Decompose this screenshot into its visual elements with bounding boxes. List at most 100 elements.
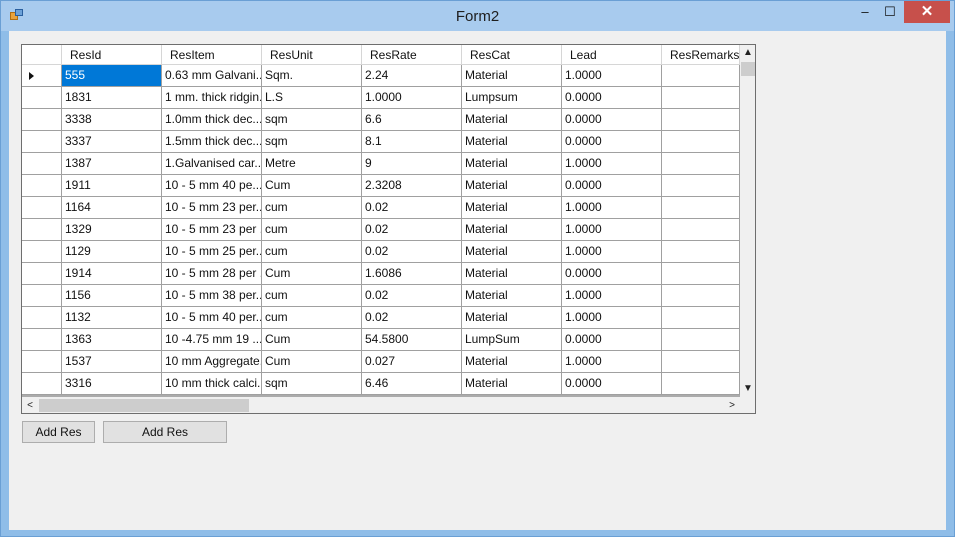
cell-resunit[interactable]: Cum [262, 351, 362, 373]
cell-resrate[interactable]: 0.02 [362, 219, 462, 241]
cell-resitem[interactable]: 10 -4.75 mm 19 ... [162, 329, 262, 351]
cell-resitem[interactable]: 10 - 5 mm 40 per... [162, 307, 262, 329]
cell-lead[interactable]: 0.0000 [562, 87, 662, 109]
row-header[interactable] [22, 153, 62, 175]
cell-resitem[interactable]: 10 - 5 mm 38 per... [162, 285, 262, 307]
table-row[interactable]: 3316 10 mm thick calci... sqm 6.46 Material 0… [22, 373, 740, 395]
maximize-button[interactable]: ☐ [875, 1, 905, 23]
row-header[interactable] [22, 109, 62, 131]
cell-resrate[interactable]: 9 [362, 153, 462, 175]
cell-resrate[interactable]: 6.6 [362, 109, 462, 131]
row-header[interactable] [22, 373, 62, 395]
cell-resid[interactable]: 1329 [62, 219, 162, 241]
cell-resitem[interactable]: 10 mm thick calci... [162, 373, 262, 395]
cell-rescat[interactable]: Material [462, 263, 562, 285]
scroll-left-icon[interactable]: < [22, 397, 38, 413]
cell-resid[interactable]: 1831 [62, 87, 162, 109]
table-row[interactable]: 1156 10 - 5 mm 38 per... cum 0.02 Material 1.… [22, 285, 740, 307]
add-res-button-2[interactable]: Add Res [103, 421, 227, 443]
cell-lead[interactable]: 1.0000 [562, 351, 662, 373]
cell-resrate[interactable]: 54.5800 [362, 329, 462, 351]
row-header[interactable] [22, 351, 62, 373]
cell-resremarks[interactable] [662, 329, 740, 351]
table-row[interactable]: 1911 10 - 5 mm 40 pe... Cum 2.3208 Material 0… [22, 175, 740, 197]
cell-resrate[interactable]: 8.1 [362, 131, 462, 153]
cell-resitem[interactable]: 1.5mm thick dec... [162, 131, 262, 153]
cell-resunit[interactable]: Cum [262, 329, 362, 351]
cell-resunit[interactable]: cum [262, 241, 362, 263]
cell-resunit[interactable]: cum [262, 219, 362, 241]
cell-resrate[interactable]: 0.02 [362, 307, 462, 329]
cell-lead[interactable]: 1.0000 [562, 307, 662, 329]
table-row[interactable]: 1387 1.Galvanised car... Metre 9 Material 1.0… [22, 153, 740, 175]
column-header-resremarks[interactable]: ResRemarks [662, 45, 740, 65]
cell-resid[interactable]: 1129 [62, 241, 162, 263]
cell-rescat[interactable]: Material [462, 351, 562, 373]
cell-resid[interactable]: 1363 [62, 329, 162, 351]
cell-lead[interactable]: 0.0000 [562, 175, 662, 197]
cell-resitem[interactable]: 10 - 5 mm 40 pe... [162, 175, 262, 197]
cell-resid[interactable]: 1132 [62, 307, 162, 329]
cell-resremarks[interactable] [662, 263, 740, 285]
cell-resitem[interactable]: 10 - 5 mm 25 per... [162, 241, 262, 263]
cell-resrate[interactable]: 1.6086 [362, 263, 462, 285]
cell-resunit[interactable]: sqm [262, 131, 362, 153]
cell-resunit[interactable]: cum [262, 197, 362, 219]
cell-resrate[interactable]: 0.02 [362, 285, 462, 307]
cell-lead[interactable]: 0.0000 [562, 329, 662, 351]
cell-resitem[interactable]: 1.0mm thick dec... [162, 109, 262, 131]
row-header[interactable] [22, 329, 62, 351]
cell-resrate[interactable]: 0.027 [362, 351, 462, 373]
cell-resunit[interactable]: cum [262, 307, 362, 329]
table-row[interactable]: 1132 10 - 5 mm 40 per... cum 0.02 Material 1.… [22, 307, 740, 329]
cell-rescat[interactable]: Material [462, 241, 562, 263]
cell-resitem[interactable]: 10 mm Aggregate... [162, 351, 262, 373]
cell-rescat[interactable]: Material [462, 373, 562, 395]
column-header-resrate[interactable]: ResRate [362, 45, 462, 65]
cell-resunit[interactable]: cum [262, 285, 362, 307]
scroll-up-icon[interactable]: ▲ [740, 45, 755, 61]
row-header[interactable] [22, 263, 62, 285]
title-bar[interactable]: Form2 – ☐ ✕ [1, 1, 954, 31]
table-row[interactable]: 1914 10 - 5 mm 28 per ... Cum 1.6086 Materia… [22, 263, 740, 285]
cell-resid[interactable]: 3337 [62, 131, 162, 153]
cell-resremarks[interactable] [662, 153, 740, 175]
horizontal-scroll-thumb[interactable] [39, 399, 249, 412]
column-header-resid[interactable]: ResId [62, 45, 162, 65]
cell-rescat[interactable]: Material [462, 153, 562, 175]
cell-resrate[interactable]: 0.02 [362, 197, 462, 219]
row-header[interactable] [22, 65, 62, 87]
cell-rescat[interactable]: Material [462, 307, 562, 329]
cell-resid[interactable]: 1911 [62, 175, 162, 197]
scroll-down-icon[interactable]: ▼ [740, 381, 755, 397]
cell-resitem[interactable]: 10 - 5 mm 23 per ... [162, 219, 262, 241]
row-header[interactable] [22, 175, 62, 197]
cell-rescat[interactable]: Material [462, 65, 562, 87]
row-header[interactable] [22, 219, 62, 241]
table-row[interactable]: 1363 10 -4.75 mm 19 ... Cum 54.5800 LumpSum 0… [22, 329, 740, 351]
cell-rescat[interactable]: Material [462, 131, 562, 153]
column-header-resunit[interactable]: ResUnit [262, 45, 362, 65]
cell-resunit[interactable]: Sqm. [262, 65, 362, 87]
cell-resitem[interactable]: 1.Galvanised car... [162, 153, 262, 175]
cell-resrate[interactable]: 0.02 [362, 241, 462, 263]
cell-rescat[interactable]: LumpSum [462, 329, 562, 351]
scroll-right-icon[interactable]: > [724, 397, 740, 413]
row-header[interactable] [22, 285, 62, 307]
cell-lead[interactable]: 0.0000 [562, 373, 662, 395]
cell-resremarks[interactable] [662, 109, 740, 131]
cell-lead[interactable]: 0.0000 [562, 263, 662, 285]
table-row[interactable]: 1164 10 - 5 mm 23 per... cum 0.02 Material 1.… [22, 197, 740, 219]
cell-resremarks[interactable] [662, 241, 740, 263]
cell-lead[interactable]: 1.0000 [562, 241, 662, 263]
vertical-scroll-thumb[interactable] [741, 62, 755, 76]
cell-lead[interactable]: 1.0000 [562, 197, 662, 219]
cell-lead[interactable]: 0.0000 [562, 131, 662, 153]
table-row[interactable]: 1537 10 mm Aggregate... Cum 0.027 Material 1.… [22, 351, 740, 373]
cell-lead[interactable]: 1.0000 [562, 285, 662, 307]
cell-rescat[interactable]: Material [462, 285, 562, 307]
cell-resremarks[interactable] [662, 87, 740, 109]
cell-rescat[interactable]: Material [462, 219, 562, 241]
cell-lead[interactable]: 1.0000 [562, 153, 662, 175]
cell-resunit[interactable]: Cum [262, 175, 362, 197]
